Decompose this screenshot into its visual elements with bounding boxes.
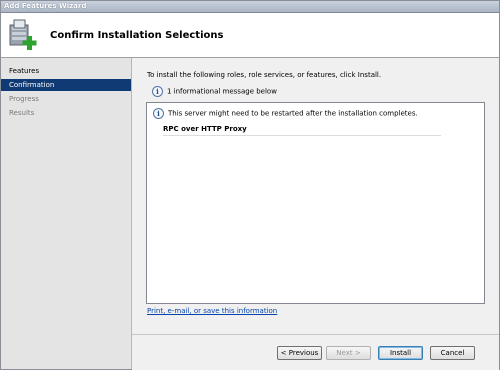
nav-step-progress: Progress [9, 95, 39, 103]
intro-text: To install the following roles, role ser… [147, 71, 382, 79]
previous-button[interactable]: < Previous [277, 346, 322, 360]
info-icon: i [152, 86, 163, 97]
nav-step-features[interactable]: Features [1, 65, 131, 77]
button-bar: < Previous Next > Install Cancel [132, 334, 499, 370]
nav-step-confirmation[interactable]: Confirmation [1, 79, 131, 91]
page-title: Confirm Installation Selections [50, 30, 224, 41]
wizard-header: Confirm Installation Selections [1, 13, 499, 58]
wizard-steps-nav: Features Confirmation Progress Results [1, 58, 132, 369]
info-icon: i [153, 108, 164, 119]
install-button[interactable]: Install [378, 346, 423, 360]
selected-feature: RPC over HTTP Proxy [163, 125, 441, 136]
add-features-wizard-window: Add Features Wizard Confirm Installation… [0, 0, 500, 370]
nav-step-results: Results [9, 109, 35, 117]
selections-listbox[interactable]: i This server might need to be restarted … [146, 102, 485, 304]
restart-message-text: This server might need to be restarted a… [168, 109, 418, 118]
server-add-feature-icon [6, 18, 40, 52]
print-email-save-link[interactable]: Print, e-mail, or save this information [147, 307, 277, 315]
info-count-text: 1 informational message below [167, 87, 277, 96]
info-summary: i 1 informational message below [152, 86, 277, 98]
title-bar[interactable]: Add Features Wizard [1, 1, 499, 13]
next-button: Next > [326, 346, 371, 360]
window-title: Add Features Wizard [4, 2, 87, 10]
cancel-button[interactable]: Cancel [430, 346, 475, 360]
main-content: To install the following roles, role ser… [132, 58, 499, 369]
restart-message: i This server might need to be restarted … [153, 108, 418, 120]
